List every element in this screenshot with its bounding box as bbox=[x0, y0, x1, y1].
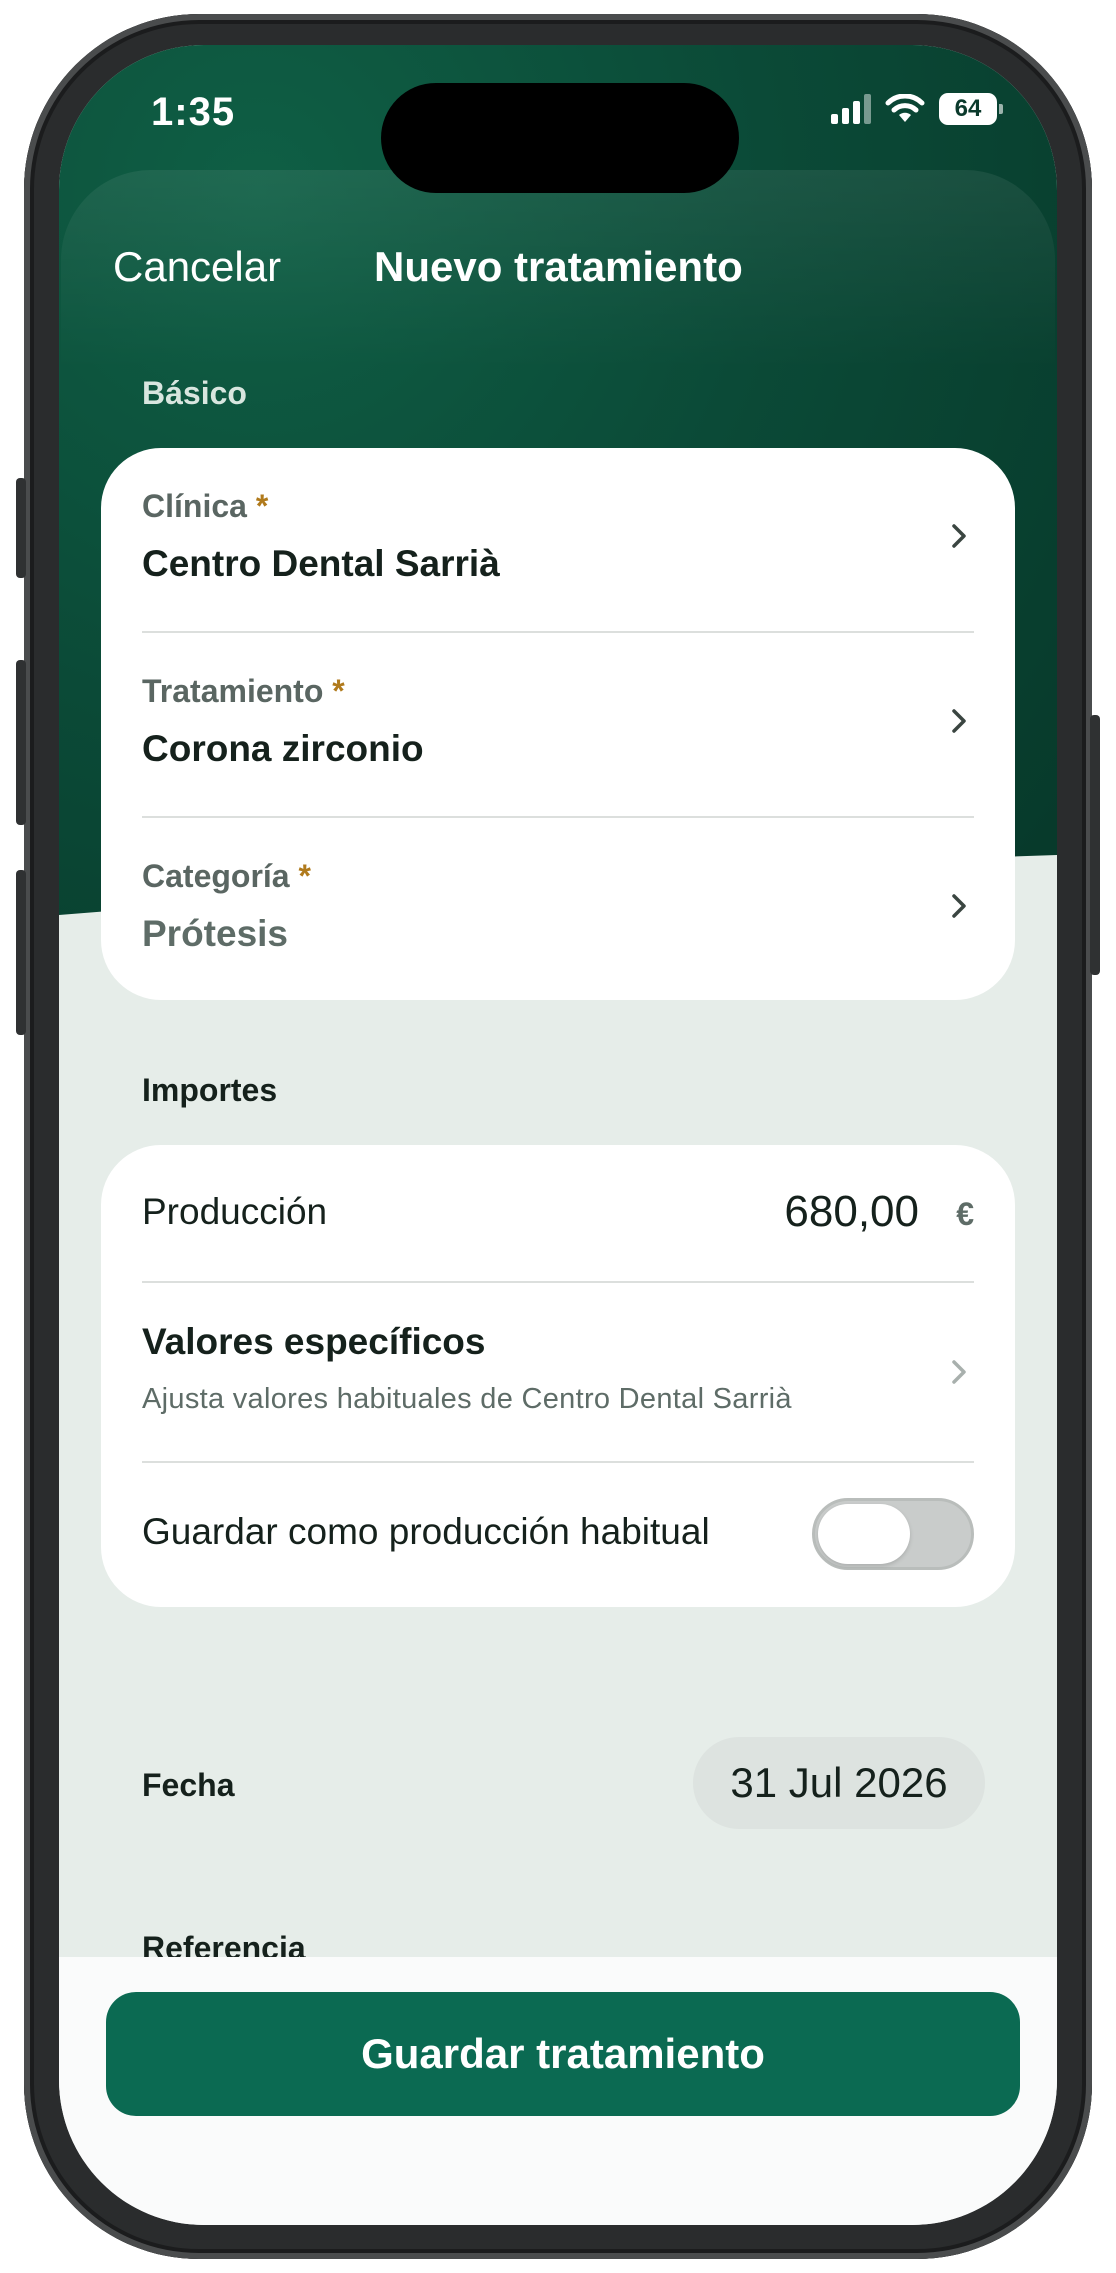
toggle-knob bbox=[818, 1504, 910, 1564]
wifi-icon bbox=[885, 94, 925, 122]
field-label-categoria: Categoría * bbox=[142, 858, 311, 894]
chevron-right-icon bbox=[952, 709, 966, 733]
power-button bbox=[1090, 715, 1100, 975]
status-time: 1:35 bbox=[151, 90, 236, 134]
section-label-basico: Básico bbox=[142, 375, 247, 411]
basico-card: Clínica * Centro Dental Sarrià Tratamien… bbox=[101, 448, 1015, 1000]
produccion-input[interactable]: 680,00 bbox=[784, 1187, 919, 1237]
silent-switch bbox=[16, 478, 26, 578]
battery-level: 64 bbox=[954, 95, 982, 122]
save-treatment-button[interactable]: Guardar tratamiento bbox=[106, 1992, 1020, 2116]
row-valores-especificos[interactable]: Valores específicos Ajusta valores habit… bbox=[142, 1283, 974, 1461]
row-produccion: Producción 680,00 € bbox=[142, 1145, 974, 1281]
screen: 1:35 64 Cancelar Nuevo tratamiento Básic… bbox=[59, 45, 1057, 2225]
valores-especificos-subtitle: Ajusta valores habituales de Centro Dent… bbox=[142, 1383, 792, 1415]
field-value-tratamiento: Corona zirconio bbox=[142, 728, 424, 769]
dynamic-island bbox=[381, 83, 739, 193]
field-clinica[interactable]: Clínica * Centro Dental Sarrià bbox=[142, 448, 974, 632]
status-icons: 64 bbox=[831, 93, 1003, 125]
field-value-clinica: Centro Dental Sarrià bbox=[142, 543, 500, 584]
row-guardar-habitual: Guardar como producción habitual bbox=[142, 1463, 974, 1607]
chevron-right-icon bbox=[952, 524, 966, 548]
field-value-categoria: Prótesis bbox=[142, 913, 289, 954]
required-marker: * bbox=[255, 488, 269, 524]
section-label-importes: Importes bbox=[142, 1072, 278, 1108]
volume-down-button bbox=[16, 870, 26, 1035]
required-marker: * bbox=[332, 673, 345, 709]
cellular-signal-icon bbox=[831, 94, 871, 124]
fecha-picker[interactable]: 31 Jul 2026 bbox=[693, 1737, 985, 1829]
field-label-clinica: Clínica * bbox=[142, 488, 269, 524]
currency-symbol: € bbox=[956, 1196, 974, 1232]
battery-icon: 64 bbox=[939, 93, 1003, 125]
importes-card: Producción 680,00 € Valores específicos … bbox=[101, 1145, 1015, 1607]
chevron-right-icon bbox=[952, 894, 966, 918]
required-marker: * bbox=[298, 858, 311, 894]
chevron-right-icon bbox=[952, 1360, 966, 1384]
field-tratamiento[interactable]: Tratamiento * Corona zirconio bbox=[142, 633, 974, 817]
volume-up-button bbox=[16, 660, 26, 825]
guardar-habitual-label: Guardar como producción habitual bbox=[142, 1511, 710, 1552]
field-label-tratamiento: Tratamiento * bbox=[142, 673, 345, 709]
cancel-button[interactable]: Cancelar bbox=[113, 243, 281, 291]
page-title: Nuevo tratamiento bbox=[374, 243, 743, 290]
field-categoria[interactable]: Categoría * Prótesis bbox=[142, 818, 974, 1000]
guardar-habitual-toggle[interactable] bbox=[812, 1498, 974, 1570]
fecha-label: Fecha bbox=[142, 1767, 235, 1803]
valores-especificos-title: Valores específicos bbox=[142, 1321, 486, 1362]
produccion-label: Producción bbox=[142, 1191, 328, 1232]
